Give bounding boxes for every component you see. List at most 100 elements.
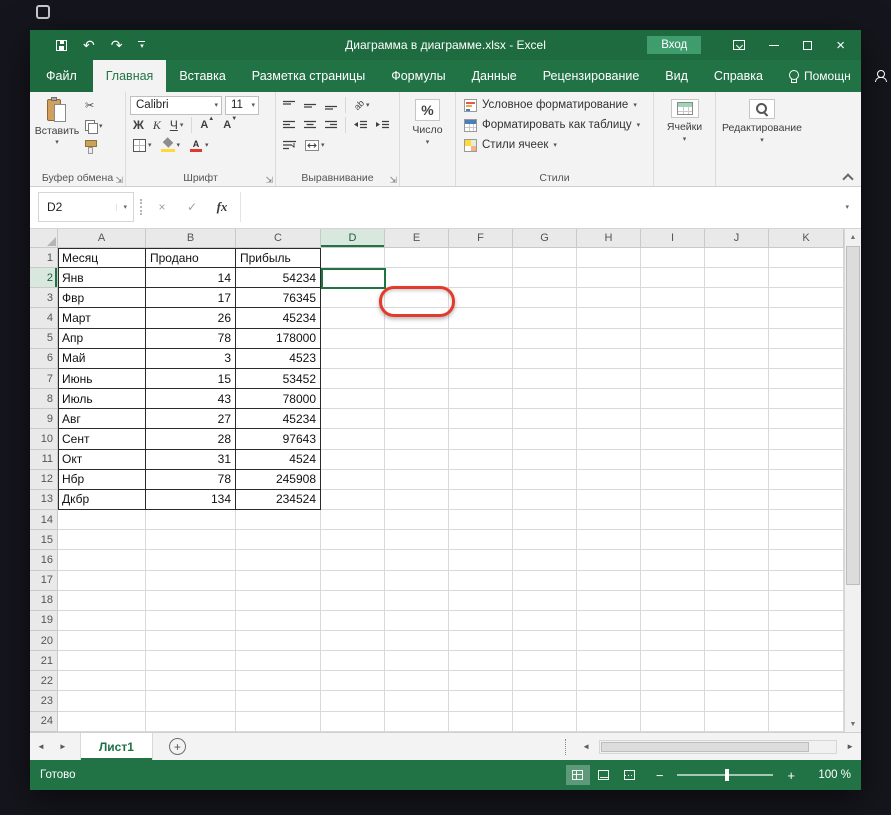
row-header-8[interactable]: 8: [30, 389, 58, 410]
vertical-scrollbar[interactable]: ▲ ▼: [844, 229, 861, 732]
cell-H7[interactable]: [577, 368, 641, 390]
undo-icon[interactable]: ↶: [83, 38, 95, 52]
conditional-formatting-button[interactable]: Условное форматирование ▾: [460, 95, 649, 115]
column-header-G[interactable]: G: [513, 229, 577, 248]
cell-C23[interactable]: [236, 691, 321, 712]
redo-icon[interactable]: ↷: [111, 38, 123, 52]
cell-H19[interactable]: [577, 610, 641, 631]
cell-K1[interactable]: [769, 248, 844, 269]
cells-button[interactable]: Ячейки ▾: [667, 95, 702, 143]
cell-B21[interactable]: [146, 651, 236, 672]
cell-D13[interactable]: [321, 489, 385, 511]
align-top-button[interactable]: [280, 96, 298, 115]
cell-I23[interactable]: [641, 691, 705, 712]
row-header-9[interactable]: 9: [30, 409, 58, 430]
cell-K2[interactable]: [769, 268, 844, 289]
cell-J4[interactable]: [705, 308, 769, 329]
page-break-view-button[interactable]: [618, 765, 642, 785]
cell-I6[interactable]: [641, 348, 705, 369]
cell-B24[interactable]: [146, 711, 236, 732]
cell-G19[interactable]: [513, 610, 577, 631]
cell-C17[interactable]: [236, 570, 321, 591]
cell-I3[interactable]: [641, 288, 705, 309]
cell-A1[interactable]: Месяц: [58, 248, 146, 269]
cell-F23[interactable]: [449, 691, 513, 712]
cell-I1[interactable]: [641, 248, 705, 269]
cell-G5[interactable]: [513, 328, 577, 349]
cell-I11[interactable]: [641, 449, 705, 470]
sheet-nav-prev-icon[interactable]: ◄: [30, 742, 52, 751]
copy-button[interactable]: ▾: [82, 117, 106, 136]
cell-B11[interactable]: 31: [146, 449, 236, 470]
cell-K9[interactable]: [769, 409, 844, 430]
maximize-button[interactable]: [803, 40, 813, 50]
cell-D12[interactable]: [321, 469, 385, 490]
cell-A22[interactable]: [58, 671, 146, 692]
cell-A8[interactable]: Июль: [58, 389, 146, 410]
cell-F14[interactable]: [449, 510, 513, 531]
cell-H17[interactable]: [577, 570, 641, 591]
cell-A23[interactable]: [58, 691, 146, 712]
wrap-text-button[interactable]: [280, 136, 299, 155]
cell-H2[interactable]: [577, 268, 641, 289]
align-left-button[interactable]: [280, 116, 298, 135]
cell-C1[interactable]: Прибыль: [236, 248, 321, 269]
cell-C20[interactable]: [236, 630, 321, 652]
cell-B15[interactable]: [146, 530, 236, 551]
column-header-I[interactable]: I: [641, 229, 705, 248]
cell-K23[interactable]: [769, 691, 844, 712]
cell-J21[interactable]: [705, 651, 769, 672]
cell-J3[interactable]: [705, 288, 769, 309]
cell-J11[interactable]: [705, 449, 769, 470]
cell-C5[interactable]: 178000: [236, 328, 321, 349]
cell-E18[interactable]: [385, 590, 449, 611]
cell-F24[interactable]: [449, 711, 513, 732]
borders-button[interactable]: ▾: [130, 136, 155, 155]
cell-J5[interactable]: [705, 328, 769, 349]
cell-F13[interactable]: [449, 489, 513, 511]
row-header-11[interactable]: 11: [30, 449, 58, 470]
font-color-button[interactable]: А ▾: [186, 136, 212, 155]
cell-B2[interactable]: 14: [146, 268, 236, 289]
cell-C22[interactable]: [236, 671, 321, 692]
cell-A16[interactable]: [58, 550, 146, 571]
cell-K8[interactable]: [769, 389, 844, 410]
row-header-24[interactable]: 24: [30, 711, 58, 732]
cell-F9[interactable]: [449, 409, 513, 430]
cell-B6[interactable]: 3: [146, 348, 236, 369]
cell-E14[interactable]: [385, 510, 449, 531]
cell-G12[interactable]: [513, 469, 577, 490]
cell-D3[interactable]: [321, 288, 385, 309]
cell-F20[interactable]: [449, 630, 513, 652]
tab-help[interactable]: Справка: [701, 60, 776, 92]
cell-B1[interactable]: Продано: [146, 248, 236, 269]
cell-H15[interactable]: [577, 530, 641, 551]
cancel-formula-button[interactable]: ×: [150, 200, 174, 214]
cell-F10[interactable]: [449, 429, 513, 450]
cell-C24[interactable]: [236, 711, 321, 732]
editing-button[interactable]: Редактирование ▾: [722, 95, 802, 144]
cell-C8[interactable]: 78000: [236, 389, 321, 410]
align-bottom-button[interactable]: [322, 96, 340, 115]
cell-H23[interactable]: [577, 691, 641, 712]
horizontal-scrollbar[interactable]: [599, 739, 838, 754]
cell-I20[interactable]: [641, 630, 705, 652]
row-header-6[interactable]: 6: [30, 348, 58, 369]
cell-B5[interactable]: 78: [146, 328, 236, 349]
cell-I21[interactable]: [641, 651, 705, 672]
cell-K14[interactable]: [769, 510, 844, 531]
cell-I7[interactable]: [641, 368, 705, 390]
zoom-out-button[interactable]: −: [656, 769, 664, 782]
cell-J22[interactable]: [705, 671, 769, 692]
page-layout-view-button[interactable]: [592, 765, 616, 785]
cell-B8[interactable]: 43: [146, 389, 236, 410]
cell-G8[interactable]: [513, 389, 577, 410]
tab-insert[interactable]: Вставка: [166, 60, 238, 92]
cell-G20[interactable]: [513, 630, 577, 652]
row-header-3[interactable]: 3: [30, 288, 58, 309]
normal-view-button[interactable]: [565, 765, 590, 785]
cell-E1[interactable]: [385, 248, 449, 269]
row-header-16[interactable]: 16: [30, 550, 58, 571]
cell-E11[interactable]: [385, 449, 449, 470]
cell-G13[interactable]: [513, 489, 577, 511]
